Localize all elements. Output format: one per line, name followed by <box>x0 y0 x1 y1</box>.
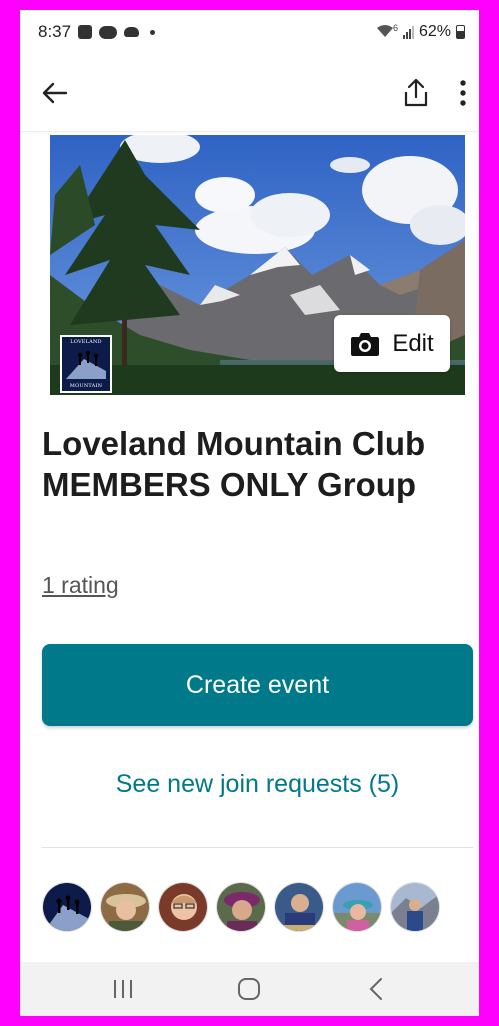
back-icon[interactable] <box>346 969 406 1009</box>
edit-cover-button[interactable]: Edit <box>334 315 450 372</box>
member-avatar-club-logo[interactable] <box>42 882 92 932</box>
logo-top-text: LOVELAND <box>70 339 102 345</box>
member-avatar-6[interactable] <box>332 882 382 932</box>
battery-percent: 62% <box>418 23 451 40</box>
member-avatar-2[interactable] <box>100 882 150 932</box>
back-arrow-icon[interactable] <box>42 82 68 104</box>
logo-bottom-text: MOUNTAIN <box>69 383 103 389</box>
notification-app-icon-2 <box>99 25 118 39</box>
club-logo: LOVELAND MOUNTAIN <box>60 335 112 393</box>
member-avatar-4[interactable] <box>216 882 266 932</box>
system-nav-bar <box>20 962 479 1016</box>
notification-app-icon <box>78 25 93 39</box>
battery-icon <box>456 25 465 39</box>
member-avatars-row <box>42 882 440 932</box>
more-notifications-dot-icon <box>150 29 156 35</box>
edit-label: Edit <box>392 329 434 357</box>
join-requests-link[interactable]: See new join requests (5) <box>42 770 473 799</box>
network-type: 6 <box>392 23 398 33</box>
create-event-button[interactable]: Create event <box>42 644 473 726</box>
wifi-icon <box>376 24 394 41</box>
recent-apps-icon[interactable] <box>93 969 153 1009</box>
phone-screen: 8:37 6 62% LOVELAND MOUNTAIN Edit Lovela… <box>20 10 479 1016</box>
home-icon[interactable] <box>219 969 279 1009</box>
cloud-icon <box>124 27 140 37</box>
rating-link[interactable]: 1 rating <box>42 572 119 599</box>
status-bar-left: 8:37 <box>38 22 156 42</box>
group-cover-image: LOVELAND MOUNTAIN Edit <box>50 135 465 395</box>
hikers-silhouette-icon <box>66 350 106 379</box>
app-bar-actions <box>403 78 467 108</box>
camera-icon <box>351 332 380 356</box>
group-title: Loveland Mountain Club MEMBERS ONLY Grou… <box>42 425 426 503</box>
status-bar-right: 6 62% <box>376 23 465 41</box>
member-avatar-7[interactable] <box>390 882 440 932</box>
divider <box>42 847 473 848</box>
status-bar: 8:37 6 62% <box>20 10 479 54</box>
member-avatar-3[interactable] <box>158 882 208 932</box>
app-bar <box>20 54 479 132</box>
share-icon[interactable] <box>403 78 429 108</box>
signal-icon <box>402 25 414 39</box>
more-vert-icon[interactable] <box>459 79 467 106</box>
status-time: 8:37 <box>38 22 72 41</box>
member-avatar-5[interactable] <box>274 882 324 932</box>
